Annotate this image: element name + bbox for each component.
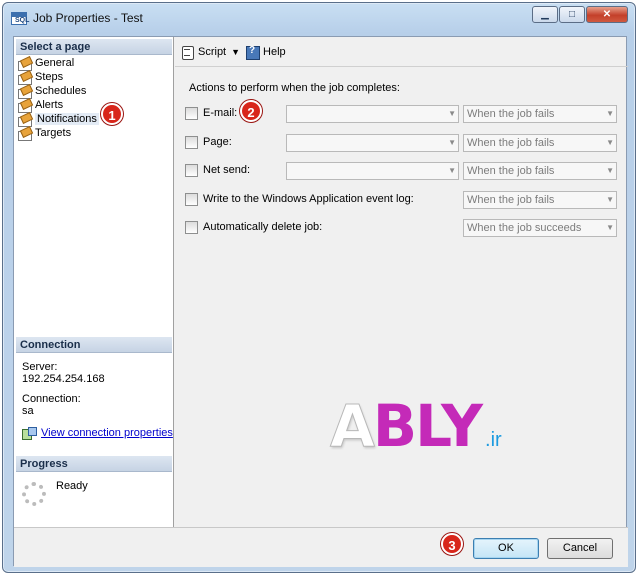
net-send-label: Net send: <box>203 164 251 176</box>
toolbar: Script ▼ Help <box>175 37 628 67</box>
ably-watermark-logo: A BLY .ir <box>330 392 502 461</box>
net-send-condition-select[interactable]: When the job fails ▼ <box>463 162 617 180</box>
script-label: Script <box>198 45 227 58</box>
watermark-letters: BLY <box>372 392 483 460</box>
page-option-row: Page: ▼ When the job fails ▼ <box>185 134 625 152</box>
page-item-label: Schedules <box>35 85 87 97</box>
page-item-label: Targets <box>35 127 72 139</box>
page-icon <box>18 100 32 113</box>
net-send-operator-select[interactable]: ▼ <box>286 162 459 180</box>
maximize-button[interactable]: □ <box>559 6 585 23</box>
net-send-checkbox[interactable] <box>185 164 198 177</box>
page-condition-select[interactable]: When the job fails ▼ <box>463 134 617 152</box>
email-operator-select[interactable]: ▼ <box>286 105 459 123</box>
annotation-badge-3: 3 <box>441 533 463 555</box>
page-item-schedules[interactable]: Schedules <box>18 84 99 99</box>
chevron-down-icon: ▼ <box>606 195 614 204</box>
script-button[interactable]: Script ▼ <box>181 45 240 60</box>
chevron-down-icon: ▼ <box>606 138 614 147</box>
server-label: Server: <box>22 361 58 373</box>
script-icon <box>181 45 195 60</box>
net-send-option-row: Net send: ▼ When the job fails ▼ <box>185 162 625 180</box>
connection-info: Server: 192.254.254.168 Connection: sa V… <box>22 361 173 440</box>
select-page-header: Select a page <box>16 39 172 55</box>
chevron-down-icon: ▼ <box>448 138 456 147</box>
help-label: Help <box>263 45 286 58</box>
page-label: Page: <box>203 136 232 148</box>
chevron-down-icon[interactable]: ▼ <box>231 47 240 57</box>
connection-header: Connection <box>16 337 172 353</box>
watermark-domain: .ir <box>485 429 502 451</box>
event-log-option-row: Write to the Windows Application event l… <box>185 191 625 209</box>
job-properties-window: SQL Job Properties - Test ▁ □ ✕ Select a… <box>2 2 636 573</box>
event-log-label: Write to the Windows Application event l… <box>203 193 414 205</box>
page-item-label: Steps <box>35 71 64 83</box>
delete-job-label: Automatically delete job: <box>203 221 323 233</box>
delete-job-checkbox[interactable] <box>185 221 198 234</box>
view-connection-properties-label: View connection properties <box>41 427 173 439</box>
email-label: E-mail: <box>203 107 238 119</box>
page-item-general[interactable]: General <box>18 56 99 71</box>
view-connection-properties-link[interactable]: View connection properties <box>22 427 173 440</box>
window-title: Job Properties - Test <box>33 11 143 25</box>
page-item-notifications[interactable]: Notifications <box>18 112 99 127</box>
cancel-button[interactable]: Cancel <box>547 538 613 559</box>
event-log-checkbox[interactable] <box>185 193 198 206</box>
minimize-icon: ▁ <box>541 9 549 20</box>
page-item-steps[interactable]: Steps <box>18 70 99 85</box>
delete-job-option-row: Automatically delete job: When the job s… <box>185 219 625 237</box>
annotation-badge-1: 1 <box>101 103 123 125</box>
delete-job-condition-select[interactable]: When the job succeeds ▼ <box>463 219 617 237</box>
chevron-down-icon: ▼ <box>606 223 614 232</box>
minimize-button[interactable]: ▁ <box>532 6 558 23</box>
progress-header: Progress <box>16 456 172 472</box>
page-checkbox[interactable] <box>185 136 198 149</box>
chevron-down-icon: ▼ <box>606 109 614 118</box>
connection-value: sa <box>22 405 34 417</box>
page-icon <box>18 86 32 99</box>
annotation-badge-2: 2 <box>240 100 262 122</box>
ok-button[interactable]: OK <box>473 538 539 559</box>
maximize-icon: □ <box>568 9 576 20</box>
progress-status: Ready <box>56 480 88 492</box>
actions-label: Actions to perform when the job complete… <box>189 82 400 94</box>
title-bar[interactable]: SQL Job Properties - Test ▁ □ ✕ <box>3 3 635 33</box>
email-condition-select[interactable]: When the job fails ▼ <box>463 105 617 123</box>
close-icon: ✕ <box>602 9 612 20</box>
page-item-label: Alerts <box>35 99 64 111</box>
page-icon <box>18 128 32 141</box>
page-operator-select[interactable]: ▼ <box>286 134 459 152</box>
page-icon <box>18 114 32 127</box>
email-checkbox[interactable] <box>185 107 198 120</box>
page-icon <box>18 72 32 85</box>
window-app-icon: SQL <box>11 12 29 25</box>
connection-properties-icon <box>22 427 37 440</box>
page-item-label: Notifications <box>35 113 99 125</box>
chevron-down-icon: ▼ <box>448 109 456 118</box>
left-pane: Select a page General Steps Schedules Al… <box>14 37 174 527</box>
chevron-down-icon: ▼ <box>606 166 614 175</box>
event-log-condition-select[interactable]: When the job fails ▼ <box>463 191 617 209</box>
watermark-letter-a: A <box>330 392 376 461</box>
help-button[interactable]: Help <box>246 45 286 60</box>
page-item-label: General <box>35 57 75 69</box>
page-item-targets[interactable]: Targets <box>18 126 99 141</box>
connection-label: Connection: <box>22 393 81 405</box>
page-list: General Steps Schedules Alerts Notificat… <box>18 56 99 141</box>
chevron-down-icon: ▼ <box>448 166 456 175</box>
page-item-alerts[interactable]: Alerts <box>18 98 99 113</box>
page-icon <box>18 58 32 71</box>
server-value: 192.254.254.168 <box>22 373 105 385</box>
progress-spinner-icon <box>22 482 46 506</box>
help-icon <box>246 45 261 60</box>
close-button[interactable]: ✕ <box>586 6 628 23</box>
dialog-button-bar: OK Cancel <box>14 527 628 567</box>
